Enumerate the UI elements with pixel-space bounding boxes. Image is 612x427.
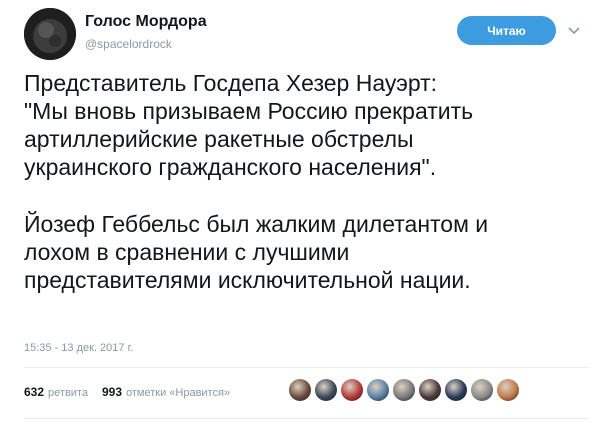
liker-avatar[interactable] — [393, 379, 415, 401]
chevron-down-icon[interactable] — [566, 24, 582, 36]
tweet-text: Представитель Госдепа Хезер Науэрт: "Мы … — [24, 69, 604, 294]
liker-avatar[interactable] — [497, 379, 519, 401]
likes-label[interactable]: отметки «Нравится» — [126, 387, 230, 399]
liker-avatar[interactable] — [419, 379, 441, 401]
liker-avatar[interactable] — [445, 379, 467, 401]
liker-avatar[interactable] — [367, 379, 389, 401]
display-name[interactable]: Голос Мордора — [85, 13, 207, 31]
user-handle[interactable]: @spacelordrock — [85, 37, 172, 51]
tweet-line: артиллерийские ракетные обстрелы — [24, 126, 414, 152]
avatar[interactable] — [24, 8, 76, 60]
tweet-line: украинского гражданского населения". — [24, 154, 437, 180]
tweet-line: "Мы вновь призываем Россию прекратить — [24, 98, 474, 124]
liker-avatar[interactable] — [315, 379, 337, 401]
tweet-line: лохом в сравнении с лучшими — [24, 239, 350, 265]
tweet-card: Голос Мордора @spacelordrock Читаю Предс… — [0, 0, 612, 427]
liker-avatar[interactable] — [341, 379, 363, 401]
retweets-label[interactable]: ретвита — [48, 387, 88, 399]
tweet-stats: 632 ретвита 993 отметки «Нравится» — [24, 385, 230, 399]
liker-avatars — [289, 379, 523, 401]
tweet-line: Йозеф Геббельс был жалким дилетантом и — [24, 211, 489, 237]
liker-avatar[interactable] — [289, 379, 311, 401]
tweet-line: представителями исключительной нации. — [24, 267, 471, 293]
follow-button[interactable]: Читаю — [457, 16, 556, 45]
liker-avatar[interactable] — [471, 379, 493, 401]
divider — [24, 367, 589, 368]
tweet-line: Представитель Госдепа Хезер Науэрт: — [24, 70, 438, 96]
likes-count[interactable]: 993 — [102, 385, 122, 399]
retweets-count[interactable]: 632 — [24, 385, 44, 399]
divider — [24, 418, 589, 419]
timestamp[interactable]: 15:35 - 13 дек. 2017 г. — [24, 342, 133, 354]
